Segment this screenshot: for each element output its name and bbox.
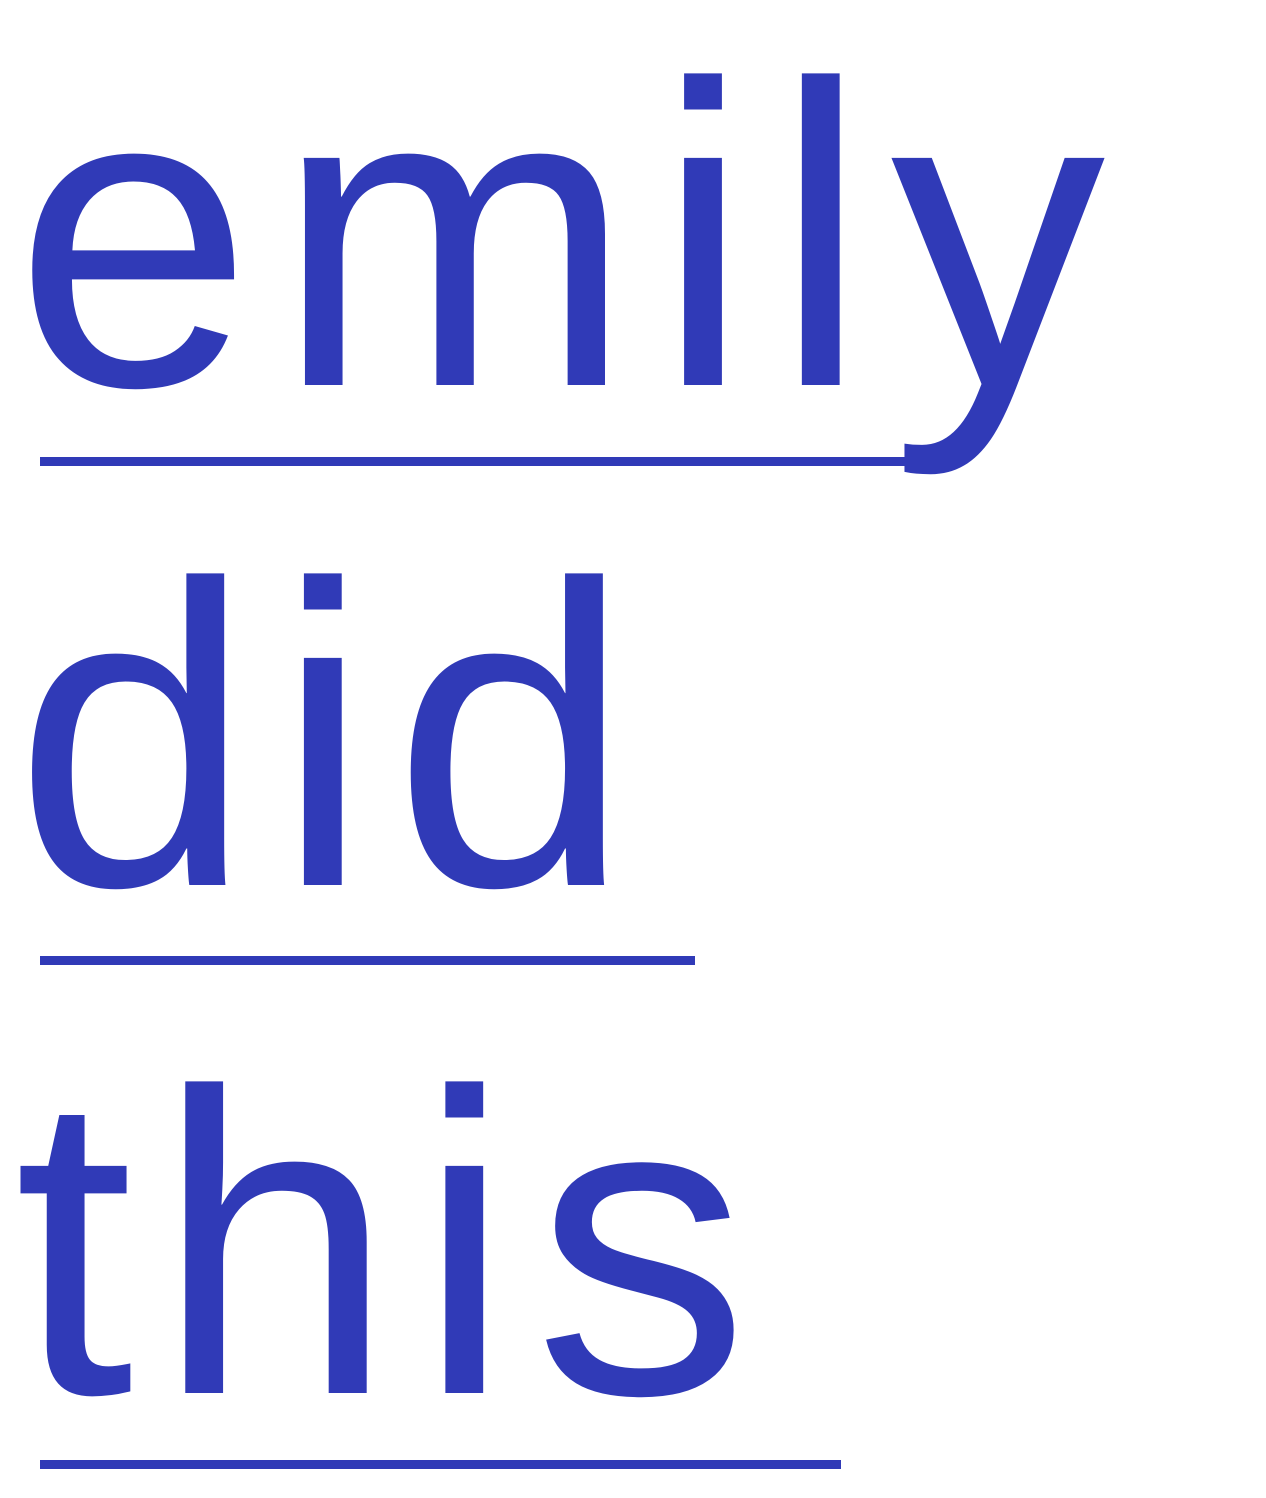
logo-underline-1 <box>40 457 954 466</box>
logo-word-emily: emily <box>14 0 1128 477</box>
logo-underline-2 <box>40 956 695 965</box>
logo-word-this: this <box>14 1005 772 1485</box>
logo-word-did: did <box>14 497 654 977</box>
logo-underline-3 <box>40 1460 841 1469</box>
